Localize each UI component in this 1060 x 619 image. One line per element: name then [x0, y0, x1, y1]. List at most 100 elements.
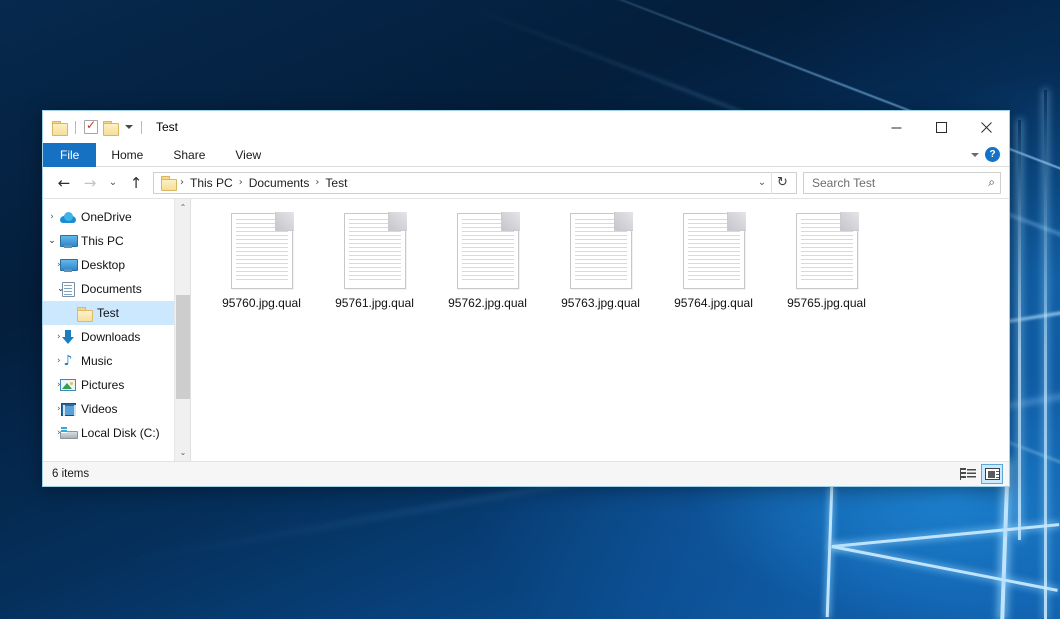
- file-grid: 95760.jpg.qual 95761.jpg.qual 95762.jpg.…: [191, 207, 1009, 327]
- back-arrow-icon[interactable]: ←: [51, 170, 77, 196]
- window-body: › OneDrive ⌄ This PC › Desktop ⌄: [43, 198, 1009, 461]
- sidebar-item-pictures[interactable]: › Pictures: [43, 373, 190, 397]
- chevron-right-icon[interactable]: ›: [43, 428, 59, 438]
- folder-icon[interactable]: [52, 121, 67, 134]
- recent-locations-icon[interactable]: ⌄: [103, 170, 123, 196]
- monitor-icon: [59, 235, 77, 248]
- sidebar-item-label: Music: [77, 354, 112, 368]
- music-icon: ♪: [59, 354, 77, 368]
- list-item[interactable]: 95761.jpg.qual: [318, 211, 431, 327]
- chevron-down-icon[interactable]: ⌄: [43, 236, 59, 246]
- minimize-button[interactable]: [874, 111, 919, 143]
- sidebar-item-documents[interactable]: ⌄ Documents: [43, 277, 190, 301]
- status-bar: 6 items: [43, 461, 1009, 486]
- breadcrumb-item-this-pc[interactable]: This PC: [185, 176, 238, 190]
- list-item[interactable]: 95760.jpg.qual: [205, 211, 318, 327]
- file-explorer-window: Test File Home Share View ?: [42, 110, 1010, 487]
- sidebar-item-test[interactable]: Test: [43, 301, 190, 325]
- quick-access-toolbar: [43, 120, 145, 134]
- ribbon-controls: ?: [971, 143, 1009, 166]
- list-item[interactable]: 95764.jpg.qual: [657, 211, 770, 327]
- chevron-right-icon[interactable]: ›: [43, 332, 59, 342]
- close-button[interactable]: [964, 111, 1009, 143]
- chevron-right-icon[interactable]: ›: [43, 260, 59, 270]
- generic-document-icon: [457, 213, 519, 289]
- generic-document-icon: [231, 213, 293, 289]
- navigation-pane: › OneDrive ⌄ This PC › Desktop ⌄: [43, 199, 191, 461]
- item-count-label: 6 items: [52, 468, 89, 480]
- sidebar-item-downloads[interactable]: › Downloads: [43, 325, 190, 349]
- breadcrumb-item-test[interactable]: Test: [320, 176, 352, 190]
- large-icons-view-button[interactable]: [981, 464, 1003, 484]
- search-input[interactable]: Search Test ⌕: [803, 172, 1001, 194]
- sidebar-item-local-disk[interactable]: › Local Disk (C:): [43, 421, 190, 445]
- list-item[interactable]: 95765.jpg.qual: [770, 211, 883, 327]
- file-name-label: 95760.jpg.qual: [222, 296, 301, 311]
- folder-icon: [161, 176, 176, 189]
- toolbar-divider: [141, 121, 142, 134]
- address-bar: ← → ⌄ ↑ › This PC › Documents › Test ⌄ ↻…: [43, 167, 1009, 198]
- list-item[interactable]: 95763.jpg.qual: [544, 211, 657, 327]
- view-mode-buttons: [957, 464, 1003, 484]
- up-arrow-icon[interactable]: ↑: [123, 170, 149, 196]
- navigation-scrollbar[interactable]: ⌃ ⌄: [174, 199, 190, 461]
- sidebar-item-music[interactable]: › ♪ Music: [43, 349, 190, 373]
- cloud-icon: [59, 212, 77, 223]
- large-icons-view-icon: [985, 468, 1000, 480]
- sidebar-item-label: Downloads: [77, 330, 140, 344]
- pictures-icon: [59, 379, 77, 391]
- chevron-down-icon[interactable]: [125, 125, 133, 129]
- help-question-icon[interactable]: ?: [985, 147, 1000, 162]
- chevron-right-icon[interactable]: ›: [43, 380, 59, 390]
- folder-icon: [75, 307, 93, 320]
- breadcrumb-item-documents[interactable]: Documents: [244, 176, 315, 190]
- tab-view[interactable]: View: [220, 143, 276, 167]
- sidebar-item-onedrive[interactable]: › OneDrive: [43, 205, 190, 229]
- tab-file[interactable]: File: [43, 143, 96, 167]
- sidebar-item-label: OneDrive: [77, 210, 132, 224]
- documents-icon: [59, 282, 77, 297]
- maximize-button[interactable]: [919, 111, 964, 143]
- chevron-down-icon[interactable]: [971, 153, 979, 157]
- search-placeholder: Search Test: [812, 176, 988, 190]
- file-name-label: 95762.jpg.qual: [448, 296, 527, 311]
- search-magnifier-icon[interactable]: ⌕: [988, 175, 995, 190]
- sidebar-item-videos[interactable]: › Videos: [43, 397, 190, 421]
- window-title: Test: [156, 120, 178, 134]
- list-item[interactable]: 95762.jpg.qual: [431, 211, 544, 327]
- disk-icon: [59, 427, 77, 439]
- details-view-button[interactable]: [957, 464, 979, 484]
- sidebar-item-label: Desktop: [77, 258, 125, 272]
- breadcrumb[interactable]: › This PC › Documents › Test ⌄ ↻: [153, 172, 797, 194]
- tab-home[interactable]: Home: [96, 143, 158, 167]
- sidebar-item-desktop[interactable]: › Desktop: [43, 253, 190, 277]
- videos-icon: [59, 403, 77, 416]
- new-folder-icon[interactable]: [103, 121, 118, 134]
- chevron-down-icon[interactable]: ⌄: [753, 173, 771, 193]
- sidebar-item-label: Videos: [77, 402, 117, 416]
- scroll-up-icon[interactable]: ⌃: [175, 199, 191, 216]
- refresh-icon[interactable]: ↻: [771, 172, 793, 194]
- details-view-icon: [960, 468, 976, 480]
- file-name-label: 95765.jpg.qual: [787, 296, 866, 311]
- chevron-right-icon[interactable]: ›: [43, 404, 59, 414]
- properties-checkmark-icon[interactable]: [84, 120, 98, 134]
- scroll-down-icon[interactable]: ⌄: [175, 444, 191, 461]
- chevron-right-icon[interactable]: ›: [43, 212, 59, 222]
- ribbon-tab-bar: File Home Share View ?: [43, 143, 1009, 167]
- generic-document-icon: [344, 213, 406, 289]
- file-list-pane[interactable]: 95760.jpg.qual 95761.jpg.qual 95762.jpg.…: [191, 199, 1009, 461]
- file-name-label: 95761.jpg.qual: [335, 296, 414, 311]
- tab-share[interactable]: Share: [158, 143, 220, 167]
- sidebar-item-label: This PC: [77, 234, 124, 248]
- chevron-right-icon[interactable]: ›: [43, 356, 59, 366]
- chevron-down-icon[interactable]: ⌄: [43, 284, 59, 294]
- sidebar-item-this-pc[interactable]: ⌄ This PC: [43, 229, 190, 253]
- generic-document-icon: [796, 213, 858, 289]
- toolbar-divider: [75, 121, 76, 134]
- window-controls: [874, 111, 1009, 143]
- file-name-label: 95764.jpg.qual: [674, 296, 753, 311]
- downloads-icon: [59, 330, 77, 344]
- sidebar-item-label: Pictures: [77, 378, 124, 392]
- scrollbar-thumb[interactable]: [176, 295, 190, 399]
